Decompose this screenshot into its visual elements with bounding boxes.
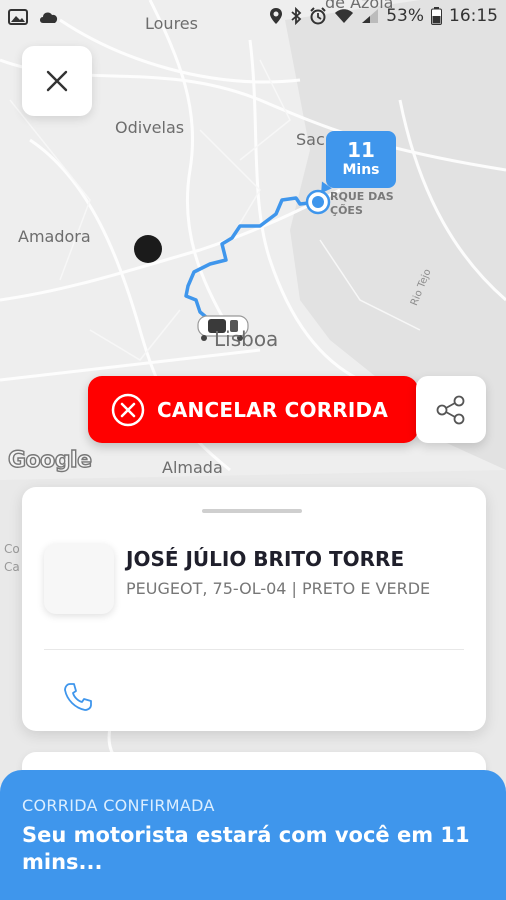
alarm-icon (310, 7, 326, 25)
battery-percent: 53% (386, 6, 424, 26)
driver-card[interactable]: JOSÉ JÚLIO BRITO TORRE PEUGEOT, 75-OL-04… (22, 487, 486, 731)
location-icon (270, 8, 283, 24)
phone-icon[interactable] (62, 681, 94, 713)
status-bar: 53% 16:15 (0, 0, 506, 34)
cloud-icon (40, 12, 58, 23)
eta-bubble: 11 Mins (326, 131, 396, 188)
map-label-parque-nacoes: RQUE DAS ÇÕES (330, 190, 394, 217)
banner-subtitle: CORRIDA CONFIRMADA (22, 796, 215, 815)
clock: 16:15 (449, 6, 498, 26)
share-button[interactable] (416, 376, 486, 443)
map-label-ca: Co Ca (4, 542, 20, 574)
map-label-odivelas: Odivelas (115, 118, 185, 137)
cancel-ride-label: CANCELAR CORRIDA (157, 397, 389, 422)
wifi-icon (335, 9, 354, 23)
driver-name: JOSÉ JÚLIO BRITO TORRE (126, 547, 405, 571)
map-label-lisboa: Lisboa (214, 327, 279, 351)
bluetooth-icon (291, 7, 302, 25)
google-logo: Google (7, 447, 92, 473)
cancel-ride-button[interactable]: CANCELAR CORRIDA (88, 376, 418, 443)
eta-number: 11 (347, 138, 375, 162)
ride-confirmed-banner: CORRIDA CONFIRMADA Seu motorista estará … (0, 770, 506, 900)
cancel-x-icon (111, 393, 145, 426)
image-icon (8, 9, 28, 25)
drag-handle[interactable] (202, 509, 302, 513)
map-label-almada: Almada (162, 458, 223, 477)
close-icon (46, 70, 68, 92)
banner-message: Seu motorista estará com você em 11 mins… (22, 823, 470, 874)
signal-icon (362, 9, 379, 23)
avatar (44, 544, 114, 614)
close-button[interactable] (22, 46, 92, 116)
map-label-amadora: Amadora (18, 227, 91, 246)
battery-icon (431, 7, 442, 25)
share-icon (436, 395, 465, 424)
eta-unit: Mins (342, 162, 380, 178)
vehicle-info: PEUGEOT, 75-OL-04 | PRETO E VERDE (126, 579, 431, 598)
divider (44, 649, 464, 650)
map-label-sac: Sac (296, 130, 325, 149)
